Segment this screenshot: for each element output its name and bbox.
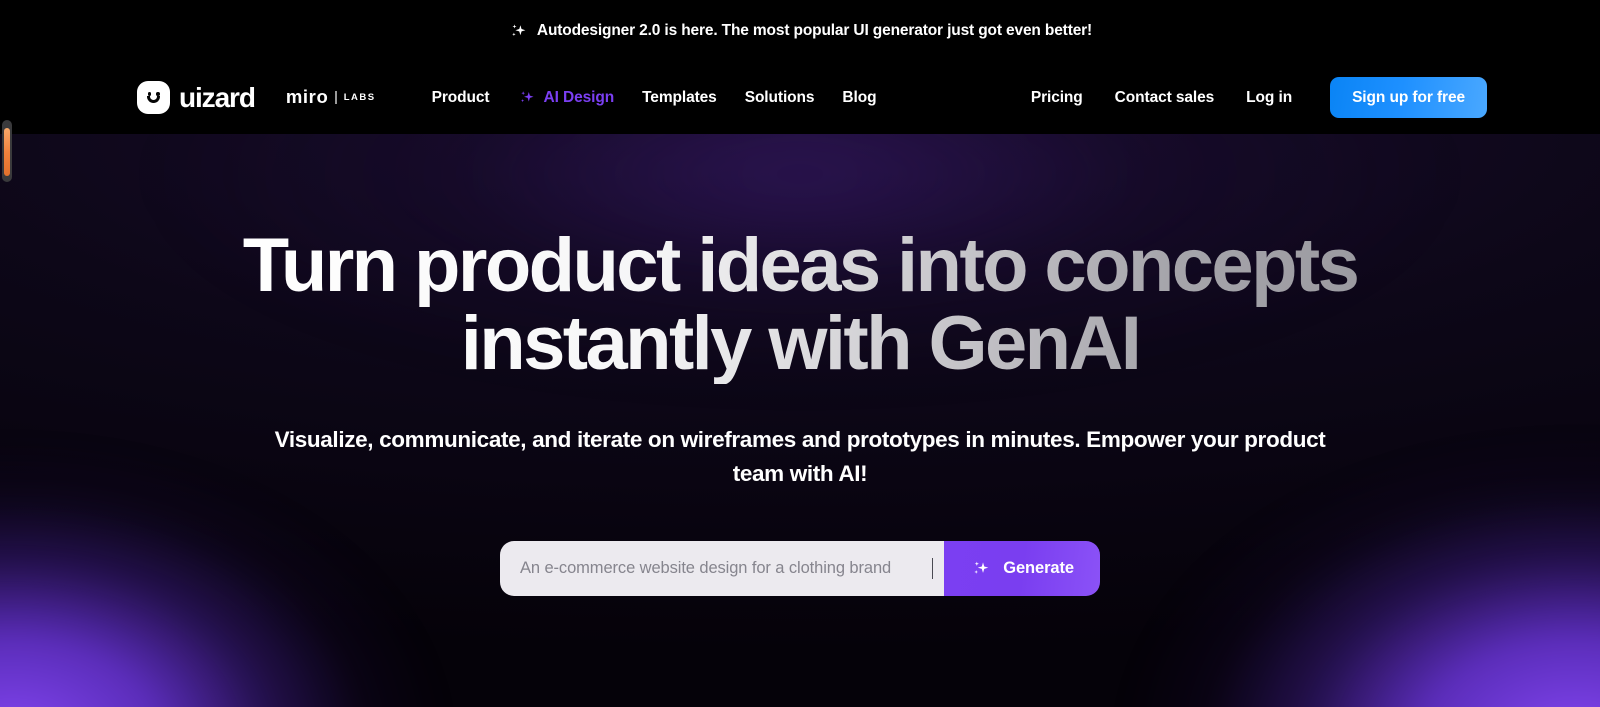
hero-section: Turn product ideas into concepts instant… <box>0 134 1600 707</box>
prompt-generator-bar: Generate <box>500 540 1100 596</box>
uizard-logo[interactable]: uizard <box>137 81 256 114</box>
generate-button-label: Generate <box>1003 558 1074 577</box>
hero-content: Turn product ideas into concepts instant… <box>0 134 1600 596</box>
nav-link-ai-design-label: AI Design <box>543 88 615 106</box>
nav-links-group: Product AI Design Templates Solutions Bl… <box>418 80 891 115</box>
nav-link-blog[interactable]: Blog <box>828 81 890 115</box>
sparkle-icon <box>508 21 528 41</box>
page-root: Autodesigner 2.0 is here. The most popul… <box>0 0 1600 707</box>
main-navigation: uizard miro LABS Product AI Design Templ… <box>0 61 1600 134</box>
hero-subtitle: Visualize, communicate, and iterate on w… <box>274 426 1326 486</box>
miro-labs-label: LABS <box>343 91 376 103</box>
sparkle-icon <box>517 88 536 107</box>
brand-lockup[interactable]: uizard miro LABS <box>137 81 376 114</box>
nav-link-contact-sales[interactable]: Contact sales <box>1099 81 1231 115</box>
miro-labs-logo: miro LABS <box>286 88 376 107</box>
announcement-text: Autodesigner 2.0 is here. The most popul… <box>536 21 1093 39</box>
generate-button[interactable]: Generate <box>944 540 1100 596</box>
text-caret <box>931 557 934 579</box>
sparkle-icon <box>970 558 991 579</box>
nav-link-product[interactable]: Product <box>418 81 504 115</box>
scroll-indicator-track[interactable] <box>2 120 12 182</box>
uizard-wordmark: uizard <box>179 82 256 113</box>
logo-smile <box>147 96 160 103</box>
nav-link-pricing[interactable]: Pricing <box>1015 81 1099 115</box>
sign-up-button[interactable]: Sign up for free <box>1330 77 1487 118</box>
miro-divider <box>335 91 337 104</box>
prompt-input[interactable] <box>500 540 944 596</box>
nav-link-ai-design[interactable]: AI Design <box>503 80 628 115</box>
announcement-banner[interactable]: Autodesigner 2.0 is here. The most popul… <box>0 0 1600 61</box>
uizard-smiley-logo-icon <box>137 81 170 114</box>
miro-wordmark: miro <box>285 86 329 108</box>
scroll-indicator-thumb[interactable] <box>4 128 10 176</box>
nav-link-log-in[interactable]: Log in <box>1230 81 1308 115</box>
nav-link-templates[interactable]: Templates <box>628 81 731 115</box>
nav-left-group: uizard miro LABS Product AI Design Templ… <box>137 80 890 115</box>
nav-link-solutions[interactable]: Solutions <box>731 81 829 115</box>
announcement-content: Autodesigner 2.0 is here. The most popul… <box>508 21 1092 41</box>
page-title: Turn product ideas into concepts instant… <box>240 226 1360 384</box>
nav-right-group: Pricing Contact sales Log in Sign up for… <box>1015 77 1487 118</box>
